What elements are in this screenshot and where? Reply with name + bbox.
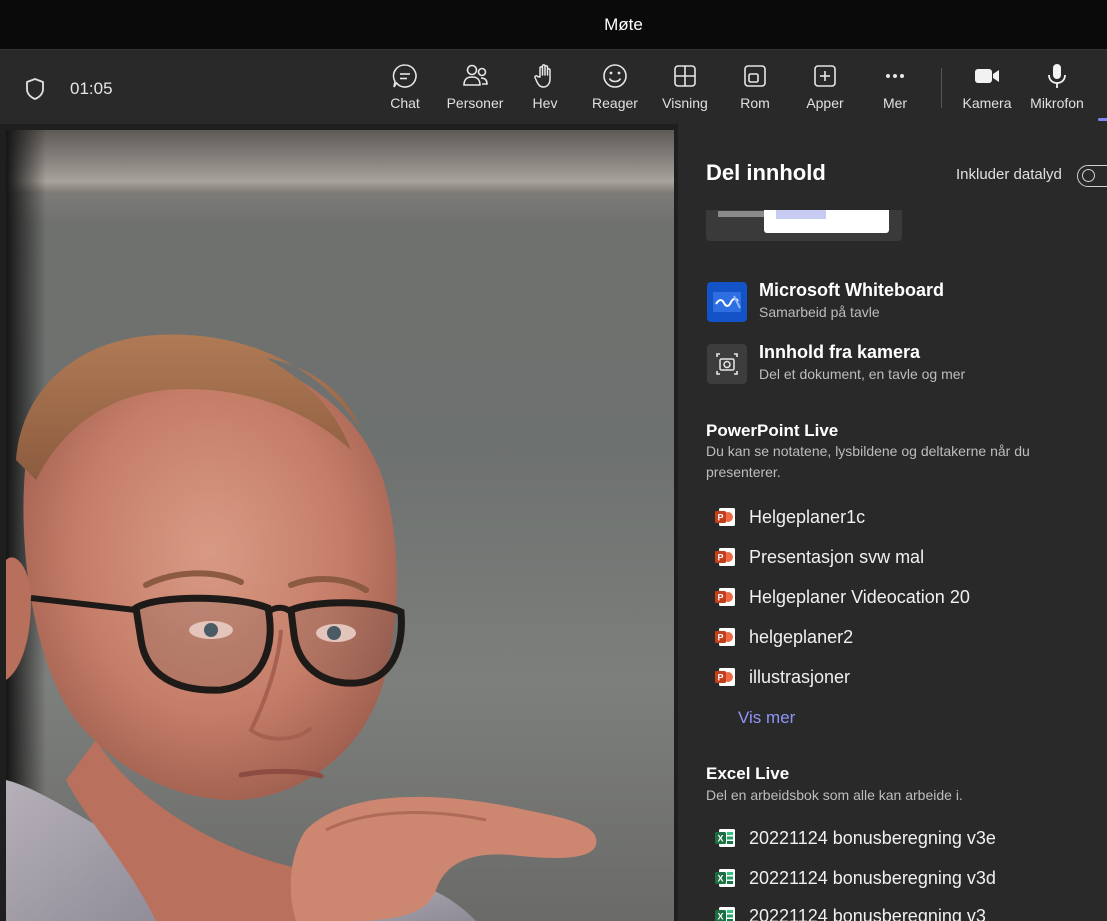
include-sound-label: Inkluder datalyd (956, 166, 1062, 183)
emoji-icon (603, 64, 627, 88)
svg-text:P: P (717, 513, 723, 523)
participant-figure (6, 334, 597, 921)
file-name: 20221124 bonusberegning v3d (749, 868, 996, 888)
toggle-knob (1082, 169, 1095, 182)
thumbnail-window (764, 210, 889, 233)
chat-button[interactable]: Chat (370, 62, 440, 118)
title-bar: Møte (0, 0, 1107, 49)
people-icon (463, 64, 488, 86)
excel-file-item[interactable]: X 20221124 bonusberegning v3d (712, 863, 1052, 893)
svg-text:P: P (717, 673, 723, 683)
camera-content-option[interactable]: Innhold fra kamera Del et dokument, en t… (706, 342, 1086, 384)
whiteboard-option-subtitle: Samarbeid på tavle (759, 304, 880, 320)
video-stage (0, 124, 678, 921)
rooms-button-label: Rom (740, 95, 770, 111)
svg-text:P: P (717, 553, 723, 563)
rooms-icon (744, 65, 766, 87)
powerpoint-file-icon: P (715, 668, 735, 686)
raise-hand-button-label: Hev (532, 95, 558, 111)
add-app-icon (814, 65, 836, 87)
file-name: 20221124 bonusberegning v3 (749, 906, 986, 921)
powerpoint-file-item[interactable]: P Helgeplaner1c (712, 502, 1052, 532)
toolbar-accent-indicator (1098, 118, 1107, 121)
meeting-toolbar: 01:05 Chat Personer Hev Reager Visning R… (0, 49, 1107, 124)
view-button-label: Visning (662, 95, 708, 111)
meeting-timer: 01:05 (70, 79, 113, 98)
excel-live-heading: Excel Live (706, 764, 790, 783)
react-button-label: Reager (592, 95, 638, 111)
file-name: Presentasjon svw mal (749, 547, 925, 567)
whiteboard-icon (707, 282, 747, 322)
share-content-panel: Del innhold Inkluder datalyd Microsoft W… (678, 124, 1107, 921)
participant-video[interactable] (6, 130, 674, 921)
file-name: 20221124 bonusberegning v3e (749, 828, 996, 848)
apps-button[interactable]: Apper (790, 62, 860, 118)
file-name: helgeplaner2 (749, 627, 854, 647)
file-name: Helgeplaner Videocation 20 (749, 587, 970, 607)
panel-title: Del innhold (706, 160, 826, 185)
excel-file-icon: X (715, 869, 735, 887)
rooms-button[interactable]: Rom (720, 62, 790, 118)
svg-text:X: X (717, 874, 723, 884)
excel-file-item[interactable]: X 20221124 bonusberegning v3 (712, 901, 1052, 921)
powerpoint-file-item[interactable]: P Presentasjon svw mal (712, 542, 1052, 572)
more-button-label: Mer (882, 95, 908, 111)
excel-live-description: Del en arbeidsbok som alle kan arbeide i… (706, 787, 963, 803)
grid-view-icon (674, 65, 696, 87)
people-button-label: Personer (446, 95, 504, 111)
thumbnail-bar (718, 211, 768, 217)
svg-text:P: P (717, 633, 723, 643)
window-title: Møte (604, 14, 643, 34)
file-name: illustrasjoner (749, 667, 851, 687)
raise-hand-button[interactable]: Hev (510, 62, 580, 118)
excel-file-icon: X (715, 907, 735, 921)
powerpoint-live-description: Du kan se notatene, lysbildene og deltak… (706, 443, 1030, 480)
excel-file-icon: X (715, 829, 735, 847)
powerpoint-file-icon: P (715, 508, 735, 526)
microphone-button-label: Mikrofon (1030, 95, 1084, 111)
svg-text:X: X (717, 834, 723, 844)
microphone-icon (1048, 64, 1066, 88)
whiteboard-option[interactable]: Microsoft Whiteboard Samarbeid på tavle (706, 280, 1086, 322)
camera-icon (975, 69, 999, 83)
chat-icon (392, 64, 417, 88)
toolbar-divider (941, 68, 942, 108)
raise-hand-icon (534, 64, 551, 88)
excel-file-item[interactable]: X 20221124 bonusberegning v3e (712, 823, 1052, 853)
shield-icon[interactable] (24, 77, 46, 101)
svg-text:X: X (717, 912, 723, 921)
view-button[interactable]: Visning (650, 62, 720, 118)
powerpoint-file-item[interactable]: P Helgeplaner Videocation 20 (712, 582, 1052, 612)
file-name: Helgeplaner1c (749, 507, 866, 527)
powerpoint-file-icon: P (715, 628, 735, 646)
apps-button-label: Apper (806, 95, 844, 111)
camera-button-label: Kamera (962, 95, 1012, 111)
include-sound-toggle[interactable] (1077, 165, 1107, 187)
powerpoint-file-icon: P (715, 588, 735, 606)
react-button[interactable]: Reager (580, 62, 650, 118)
svg-text:P: P (717, 593, 723, 603)
powerpoint-live-heading: PowerPoint Live (706, 421, 839, 440)
chat-button-label: Chat (390, 95, 420, 111)
camera-content-option-title: Innhold fra kamera (759, 342, 921, 362)
screen-share-thumbnail[interactable] (706, 210, 902, 241)
powerpoint-file-icon: P (715, 548, 735, 566)
camera-content-icon (707, 344, 747, 384)
powerpoint-file-item[interactable]: P helgeplaner2 (712, 622, 1052, 652)
microphone-button[interactable]: Mikrofon (1022, 62, 1092, 118)
powerpoint-file-item[interactable]: P illustrasjoner (712, 662, 1052, 692)
whiteboard-option-title: Microsoft Whiteboard (759, 280, 944, 300)
camera-button[interactable]: Kamera (952, 62, 1022, 118)
more-icon (886, 74, 904, 78)
people-button[interactable]: Personer (440, 62, 510, 118)
more-button[interactable]: Mer (860, 62, 930, 118)
camera-content-option-subtitle: Del et dokument, en tavle og mer (759, 366, 966, 382)
show-more-link[interactable]: Vis mer (738, 708, 795, 728)
